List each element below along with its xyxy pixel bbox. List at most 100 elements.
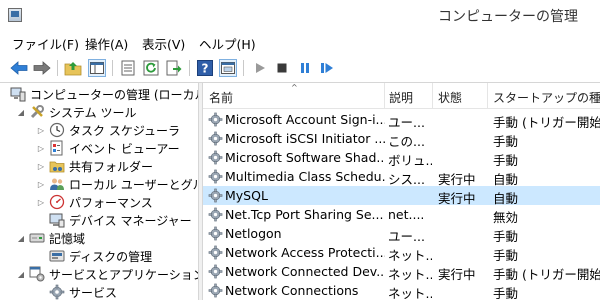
pause-icon[interactable]	[296, 59, 314, 77]
play-icon[interactable]	[251, 59, 269, 77]
tree-item-storage[interactable]: ◢ 記憶域	[16, 229, 85, 247]
tree-item-local-users[interactable]: ▷ ローカル ユーザーとグループ	[36, 175, 198, 193]
services-gear-icon	[49, 284, 65, 300]
menu-bar: ファイル(F) 操作(A) 表示(V) ヘルプ(H)	[0, 30, 600, 54]
table-row[interactable]: Microsoft Account Sign-i... ユー... 手動 (トリガー…	[203, 110, 600, 130]
table-row[interactable]: Microsoft iSCSI Initiator ... この... 手動	[203, 129, 600, 149]
title-bar: コンピューターの管理	[0, 0, 600, 30]
expand-triangle-icon[interactable]: ▷	[36, 180, 46, 189]
help-icon[interactable]: ?	[196, 59, 214, 77]
tree-item-performance[interactable]: ▷ パフォーマンス	[36, 193, 153, 211]
table-row[interactable]: Network Connected Dev...ネット...実行中手動 (トリガ…	[203, 262, 600, 282]
tree-label: タスク スケジューラ	[69, 123, 180, 138]
column-separator[interactable]	[384, 83, 385, 109]
menu-file[interactable]: ファイル(F)	[12, 34, 79, 53]
collapse-triangle-icon[interactable]: ◢	[16, 108, 26, 117]
service-gear-icon	[208, 131, 223, 146]
service-name: Network Connections	[225, 283, 359, 298]
expand-triangle-icon[interactable]: ▷	[36, 162, 46, 171]
column-separator[interactable]	[487, 83, 488, 109]
tree-item-services[interactable]: サービス	[49, 283, 118, 300]
service-gear-icon	[208, 264, 223, 279]
restart-icon[interactable]	[318, 59, 336, 77]
tree-item-event-viewer[interactable]: ▷ イベント ビューアー	[36, 139, 180, 157]
expand-triangle-icon[interactable]: ▷	[36, 198, 46, 207]
event-log-icon	[49, 140, 65, 156]
service-gear-icon	[208, 226, 223, 241]
show-hide-tree-icon[interactable]	[88, 59, 106, 77]
computer-management-icon	[10, 86, 26, 102]
menu-view[interactable]: 表示(V)	[142, 34, 185, 53]
service-gear-icon	[208, 169, 223, 184]
service-description: net....	[388, 207, 425, 222]
table-row[interactable]: Net.Tcp Port Sharing Se... net.... 無効	[203, 205, 600, 225]
list-header: ^ 名前 説明 状態 スタートアップの種類	[203, 83, 600, 109]
folder-up-icon[interactable]	[64, 59, 82, 77]
table-row[interactable]: MySQL 実行中 自動	[203, 186, 600, 206]
stop-icon[interactable]	[273, 59, 291, 77]
tree-label: パフォーマンス	[69, 195, 153, 210]
sort-ascending-icon: ^	[291, 83, 298, 92]
export-list-icon[interactable]	[165, 59, 183, 77]
tree-item-task-scheduler[interactable]: ▷ タスク スケジューラ	[36, 121, 180, 139]
service-name: Microsoft Account Sign-i...	[225, 112, 385, 127]
tree-label: 記憶域	[49, 231, 86, 246]
tree-label: デバイス マネージャー	[69, 213, 192, 228]
forward-arrow-icon[interactable]	[33, 59, 51, 77]
tree-item-system-tools[interactable]: ◢ システム ツール	[16, 103, 136, 121]
column-header-startup-type[interactable]: スタートアップの種類	[493, 89, 600, 106]
storage-icon	[29, 230, 45, 246]
service-name: Microsoft Software Shad...	[225, 150, 385, 165]
performance-icon	[49, 194, 65, 210]
service-name: Network Connected Dev...	[225, 264, 385, 279]
table-row[interactable]: Multimedia Class Schedu... シス... 実行中 自動	[203, 167, 600, 187]
tools-icon	[29, 104, 45, 120]
services-apps-icon	[29, 266, 45, 282]
view-icon[interactable]	[219, 59, 237, 77]
tree-label: サービス	[69, 283, 118, 300]
tree-item-device-manager[interactable]: デバイス マネージャー	[49, 211, 192, 229]
toolbar-separator	[112, 60, 113, 76]
refresh-icon[interactable]	[142, 59, 160, 77]
tree-item-disk-management[interactable]: ディスクの管理	[49, 247, 152, 265]
service-gear-icon	[208, 207, 223, 222]
collapse-triangle-icon[interactable]: ◢	[16, 270, 26, 279]
toolbar-separator	[57, 60, 58, 76]
table-row[interactable]: Network Connections ネット... 手動	[203, 281, 600, 300]
column-header-description[interactable]: 説明	[389, 89, 413, 106]
table-row[interactable]: Network Access Protecti...ネット...手動	[203, 243, 600, 263]
clock-icon	[49, 122, 65, 138]
tree-label: イベント ビューアー	[69, 141, 180, 156]
service-startup-type: 手動	[493, 286, 519, 300]
column-separator[interactable]	[432, 83, 433, 109]
tree-item-services-apps[interactable]: ◢ サービスとアプリケーション	[16, 265, 198, 283]
toolbar-separator	[189, 60, 190, 76]
column-header-status[interactable]: 状態	[438, 89, 462, 106]
table-row[interactable]: Microsoft Software Shad...ボリュ...手動	[203, 148, 600, 168]
disk-management-icon	[49, 248, 65, 264]
window-title: コンピューターの管理	[438, 9, 578, 25]
services-list: ^ 名前 説明 状態 スタートアップの種類 Microsoft Account …	[203, 83, 600, 300]
properties-icon[interactable]	[119, 59, 137, 77]
tree-root[interactable]: コンピューターの管理 (ローカル)	[10, 85, 198, 103]
menu-help[interactable]: ヘルプ(H)	[199, 34, 256, 53]
tree-label: ローカル ユーザーとグループ	[69, 177, 198, 192]
table-row[interactable]: Netlogon ユー... 手動	[203, 224, 600, 244]
device-manager-icon	[49, 212, 65, 228]
service-name: MySQL	[225, 188, 268, 203]
column-header-name[interactable]: 名前	[209, 89, 233, 106]
console-tree: コンピューターの管理 (ローカル) ◢ システム ツール ▷ タスク スケジュー…	[0, 83, 198, 300]
service-name: Net.Tcp Port Sharing Se...	[225, 207, 384, 222]
service-gear-icon	[208, 283, 223, 298]
expand-triangle-icon[interactable]: ▷	[36, 126, 46, 135]
service-description: ネット...	[388, 286, 432, 300]
collapse-triangle-icon[interactable]: ◢	[16, 234, 26, 243]
computer-management-icon	[8, 8, 22, 22]
service-gear-icon	[208, 188, 223, 203]
service-name: Multimedia Class Schedu...	[225, 169, 385, 184]
back-arrow-icon[interactable]	[10, 59, 28, 77]
tree-item-shared-folders[interactable]: ▷ 共有フォルダー	[36, 157, 153, 175]
tree-label: コンピューターの管理 (ローカル)	[30, 87, 198, 102]
expand-triangle-icon[interactable]: ▷	[36, 144, 46, 153]
menu-action[interactable]: 操作(A)	[85, 34, 128, 53]
